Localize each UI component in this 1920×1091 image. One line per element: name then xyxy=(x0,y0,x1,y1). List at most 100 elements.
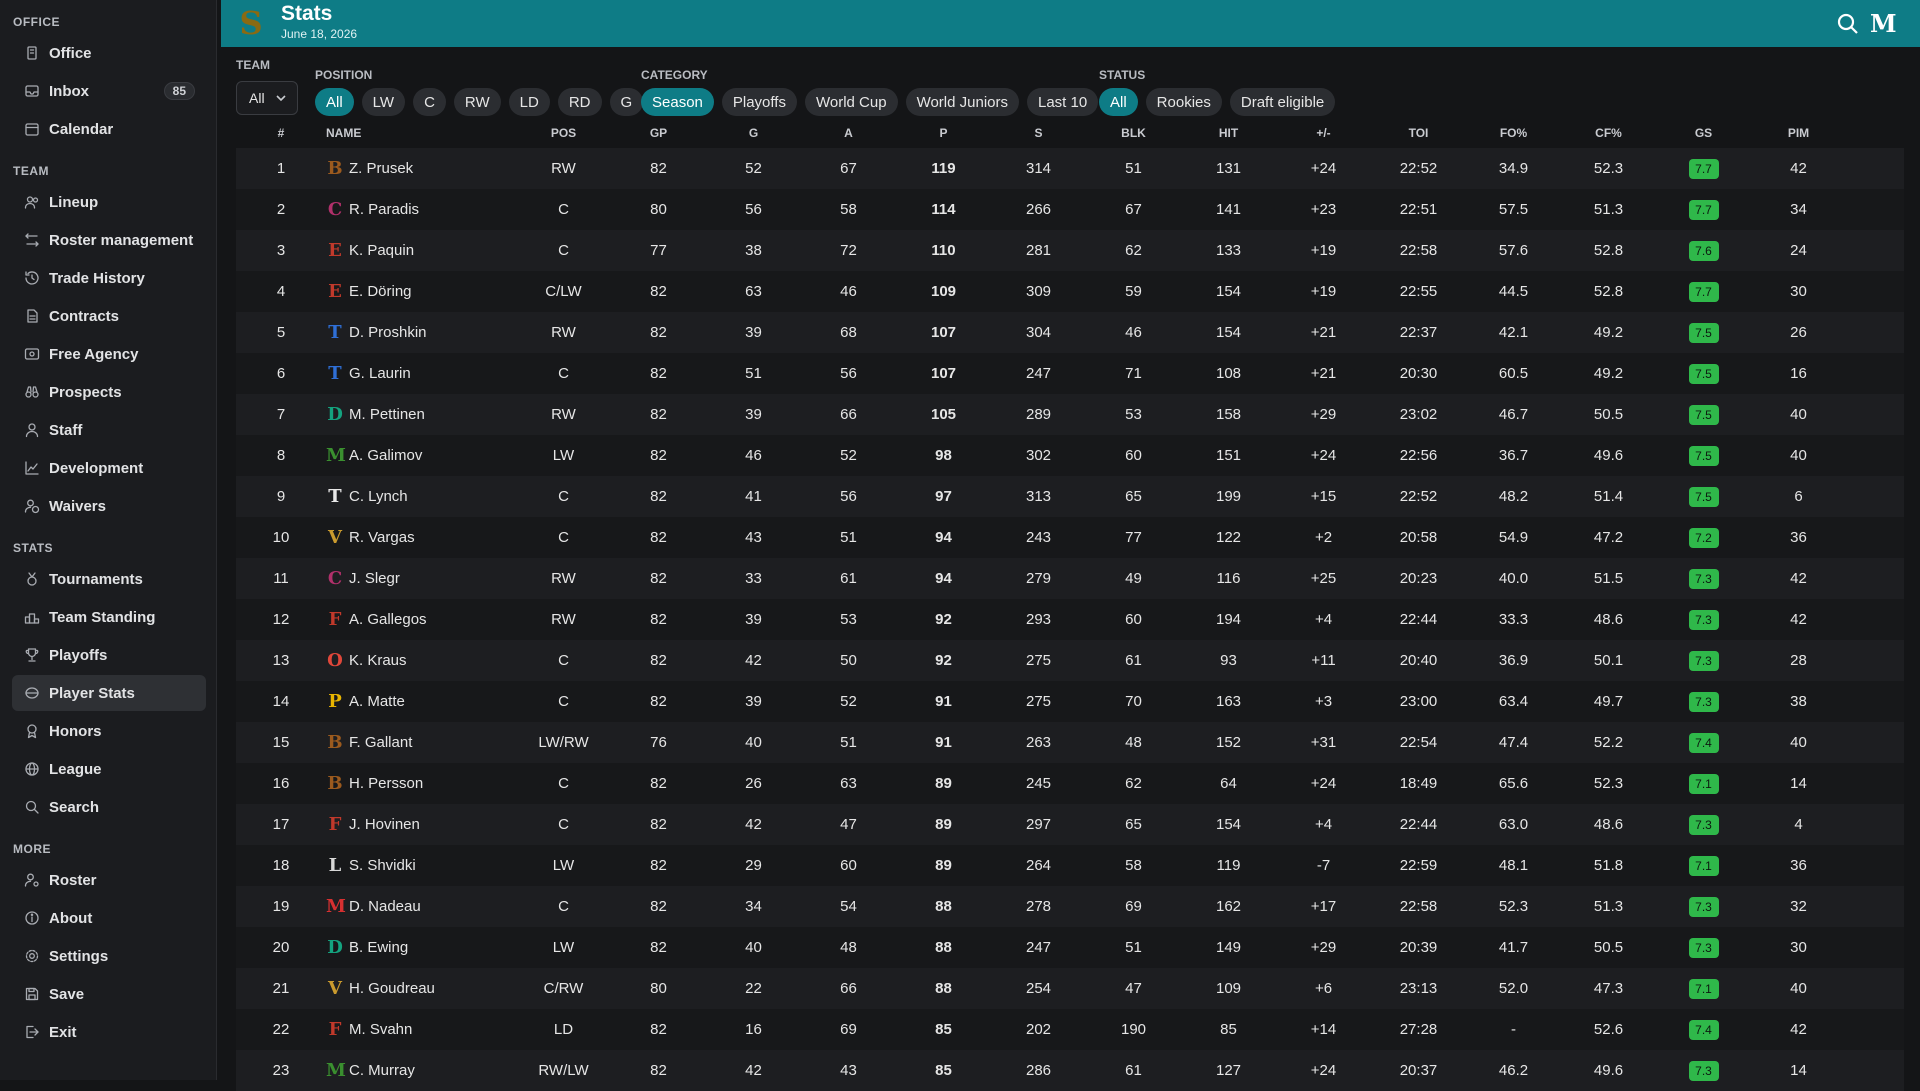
table-row[interactable]: 12 F A. Gallegos RW 82 39 53 92 293 60 194 +4 22:44 3… xyxy=(236,599,1904,640)
player-name[interactable]: D. Nadeau xyxy=(349,898,421,915)
status-pill-draft-eligible[interactable]: Draft eligible xyxy=(1229,88,1336,116)
column-header-gp[interactable]: GP xyxy=(611,126,706,140)
sidebar-item-save[interactable]: Save xyxy=(12,976,206,1012)
player-name[interactable]: C. Lynch xyxy=(349,488,408,505)
column-header-toi[interactable]: TOI xyxy=(1371,126,1466,140)
sidebar-item-inbox[interactable]: Inbox 85 xyxy=(12,73,206,109)
table-row[interactable]: 8 M A. Galimov LW 82 46 52 98 302 60 151 +24 22:56 36… xyxy=(236,435,1904,476)
player-name[interactable]: F. Gallant xyxy=(349,734,412,751)
player-name[interactable]: E. Döring xyxy=(349,283,412,300)
column-header-p[interactable]: P xyxy=(896,126,991,140)
sidebar-item-player-stats[interactable]: Player Stats xyxy=(12,675,206,711)
sidebar-item-honors[interactable]: Honors xyxy=(12,713,206,749)
column-header-hit[interactable]: HIT xyxy=(1181,126,1276,140)
player-name[interactable]: M. Svahn xyxy=(349,1021,412,1038)
table-row[interactable]: 19 M D. Nadeau C 82 34 54 88 278 69 162 +17 22:58 52.… xyxy=(236,886,1904,927)
sidebar-item-office[interactable]: Office xyxy=(12,35,206,71)
player-name[interactable]: H. Goudreau xyxy=(349,980,435,997)
table-row[interactable]: 14 P A. Matte C 82 39 52 91 275 70 163 +3 23:00 63.4 4… xyxy=(236,681,1904,722)
table-row[interactable]: 5 T D. Proshkin RW 82 39 68 107 304 46 154 +21 22:37… xyxy=(236,312,1904,353)
column-header-name[interactable]: NAME xyxy=(326,126,516,140)
sidebar-item-league[interactable]: League xyxy=(12,751,206,787)
player-name[interactable]: G. Laurin xyxy=(349,365,411,382)
category-pill-world-juniors[interactable]: World Juniors xyxy=(905,88,1019,116)
player-name[interactable]: R. Vargas xyxy=(349,529,415,546)
column-header-s[interactable]: S xyxy=(991,126,1086,140)
position-pill-c[interactable]: C xyxy=(413,88,446,116)
column-header-plus-minus[interactable]: +/- xyxy=(1276,126,1371,140)
category-pill-world-cup[interactable]: World Cup xyxy=(804,88,898,116)
category-pill-last-10[interactable]: Last 10 xyxy=(1026,88,1099,116)
table-row[interactable]: 21 V H. Goudreau C/RW 80 22 66 88 254 47 109 +6 23:1… xyxy=(236,968,1904,1009)
table-row[interactable]: 23 M C. Murray RW/LW 82 42 43 85 286 61 127 +24 20:3… xyxy=(236,1050,1904,1091)
table-row[interactable]: 3 E K. Paquin C 77 38 72 110 281 62 133 +19 22:58 57.… xyxy=(236,230,1904,271)
table-row[interactable]: 16 B H. Persson C 82 26 63 89 245 62 64 +24 18:49 65.… xyxy=(236,763,1904,804)
player-name[interactable]: J. Slegr xyxy=(349,570,400,587)
manager-menu-button[interactable]: M xyxy=(1870,9,1898,38)
column-header-a[interactable]: A xyxy=(801,126,896,140)
player-name[interactable]: A. Matte xyxy=(349,693,405,710)
sidebar-item-trade-history[interactable]: Trade History xyxy=(12,260,206,296)
player-name[interactable]: A. Galimov xyxy=(349,447,422,464)
category-pill-playoffs[interactable]: Playoffs xyxy=(721,88,797,116)
player-name[interactable]: R. Paradis xyxy=(349,201,419,218)
sidebar-item-roster-management[interactable]: Roster management xyxy=(12,222,206,258)
player-name[interactable]: Z. Prusek xyxy=(349,160,413,177)
table-row[interactable]: 2 C R. Paradis C 80 56 58 114 266 67 141 +23 22:51 57… xyxy=(236,189,1904,230)
player-name[interactable]: C. Murray xyxy=(349,1062,415,1079)
column-header-g[interactable]: G xyxy=(706,126,801,140)
sidebar-item-prospects[interactable]: Prospects xyxy=(12,374,206,410)
table-row[interactable]: 20 D B. Ewing LW 82 40 48 88 247 51 149 +29 20:39 41.… xyxy=(236,927,1904,968)
column-header-fo-pct[interactable]: FO% xyxy=(1466,126,1561,140)
player-name[interactable]: K. Paquin xyxy=(349,242,414,259)
table-row[interactable]: 15 B F. Gallant LW/RW 76 40 51 91 263 48 152 +31 22:… xyxy=(236,722,1904,763)
sidebar-item-contracts[interactable]: Contracts xyxy=(12,298,206,334)
sidebar-item-staff[interactable]: Staff xyxy=(12,412,206,448)
table-row[interactable]: 1 B Z. Prusek RW 82 52 67 119 314 51 131 +24 22:52 34… xyxy=(236,148,1904,189)
sidebar-item-settings[interactable]: Settings xyxy=(12,938,206,974)
player-name[interactable]: J. Hovinen xyxy=(349,816,420,833)
team-select[interactable]: All xyxy=(236,81,298,115)
player-name[interactable]: B. Ewing xyxy=(349,939,408,956)
sidebar-item-search[interactable]: Search xyxy=(12,789,206,825)
sidebar-item-free-agency[interactable]: Free Agency xyxy=(12,336,206,372)
sidebar-item-tournaments[interactable]: Tournaments xyxy=(12,561,206,597)
sidebar-item-development[interactable]: Development xyxy=(12,450,206,486)
column-header-pim[interactable]: PIM xyxy=(1751,126,1846,140)
status-pill-all[interactable]: All xyxy=(1099,88,1138,116)
table-row[interactable]: 22 F M. Svahn LD 82 16 69 85 202 190 85 +14 27:28 - 52… xyxy=(236,1009,1904,1050)
table-row[interactable]: 18 L S. Shvidki LW 82 29 60 89 264 58 119 -7 22:59 48… xyxy=(236,845,1904,886)
player-name[interactable]: H. Persson xyxy=(349,775,423,792)
position-pill-all[interactable]: All xyxy=(315,88,354,116)
column-header-pos[interactable]: POS xyxy=(516,126,611,140)
sidebar-item-calendar[interactable]: Calendar xyxy=(12,111,206,147)
table-row[interactable]: 11 C J. Slegr RW 82 33 61 94 279 49 116 +25 20:23 40.… xyxy=(236,558,1904,599)
player-name[interactable]: A. Gallegos xyxy=(349,611,427,628)
position-pill-rw[interactable]: RW xyxy=(453,88,501,116)
player-name[interactable]: D. Proshkin xyxy=(349,324,427,341)
table-row[interactable]: 17 F J. Hovinen C 82 42 47 89 297 65 154 +4 22:44 63.… xyxy=(236,804,1904,845)
position-pill-rd[interactable]: RD xyxy=(557,88,602,116)
category-pill-season[interactable]: Season xyxy=(641,88,714,116)
sidebar-item-waivers[interactable]: Waivers xyxy=(12,488,206,524)
sidebar-item-playoffs[interactable]: Playoffs xyxy=(12,637,206,673)
sidebar-item-team-standing[interactable]: Team Standing xyxy=(12,599,206,635)
player-name[interactable]: K. Kraus xyxy=(349,652,407,669)
status-pill-rookies[interactable]: Rookies xyxy=(1145,88,1222,116)
table-row[interactable]: 9 T C. Lynch C 82 41 56 97 313 65 199 +15 22:52 48.2 5… xyxy=(236,476,1904,517)
column-header-blk[interactable]: BLK xyxy=(1086,126,1181,140)
position-pill-lw[interactable]: LW xyxy=(361,88,406,116)
table-row[interactable]: 10 V R. Vargas C 82 43 51 94 243 77 122 +2 20:58 54.9… xyxy=(236,517,1904,558)
sidebar-item-about[interactable]: About xyxy=(12,900,206,936)
position-pill-g[interactable]: G xyxy=(609,88,644,116)
position-pill-ld[interactable]: LD xyxy=(508,88,550,116)
player-name[interactable]: S. Shvidki xyxy=(349,857,416,874)
column-header-gs[interactable]: GS xyxy=(1656,126,1751,140)
search-icon[interactable] xyxy=(1836,12,1860,36)
player-name[interactable]: M. Pettinen xyxy=(349,406,425,423)
table-row[interactable]: 13 O K. Kraus C 82 42 50 92 275 61 93 +11 20:40 36.9 5… xyxy=(236,640,1904,681)
sidebar-item-lineup[interactable]: Lineup xyxy=(12,184,206,220)
table-row[interactable]: 6 T G. Laurin C 82 51 56 107 247 71 108 +21 20:30 60.… xyxy=(236,353,1904,394)
column-header-cf-pct[interactable]: CF% xyxy=(1561,126,1656,140)
column-header-rank[interactable]: # xyxy=(236,126,326,140)
